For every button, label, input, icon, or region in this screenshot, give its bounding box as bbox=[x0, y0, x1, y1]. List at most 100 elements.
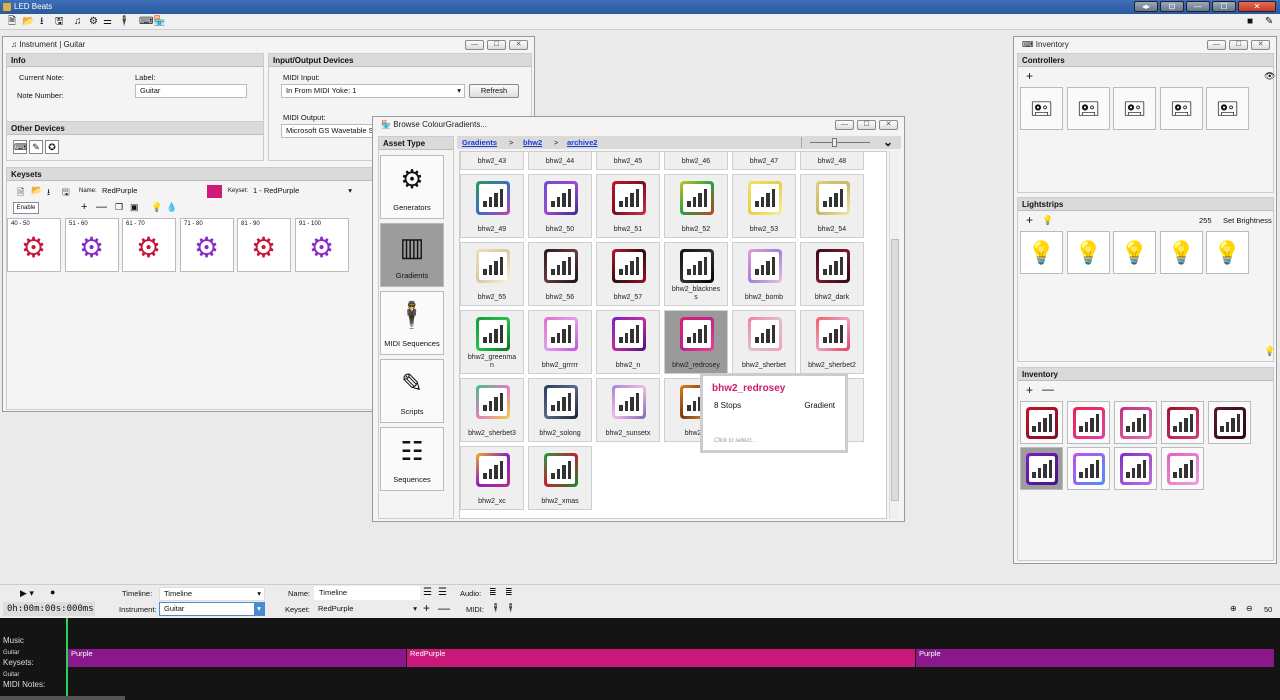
key-range-cell[interactable]: 81 - 90 ⚙ bbox=[237, 218, 291, 272]
set-brightness-button[interactable]: Set Brightness bbox=[1223, 216, 1272, 225]
minimize-icon[interactable]: — bbox=[835, 120, 854, 130]
asset-type-generators[interactable]: ⚙ Generators bbox=[380, 155, 444, 219]
maximize-icon[interactable]: ☐ bbox=[1229, 40, 1248, 50]
maximize-icon[interactable]: ☐ bbox=[487, 40, 506, 50]
inventory-gradient-tile[interactable] bbox=[1114, 401, 1157, 444]
add-icon[interactable]: + bbox=[423, 601, 430, 615]
gradient-tile[interactable]: bhw2_sunsetx bbox=[596, 378, 660, 442]
bulb-icon[interactable]: 💡 bbox=[151, 202, 162, 213]
inventory-gradient-tile[interactable] bbox=[1020, 401, 1063, 444]
remove-item-icon[interactable]: — bbox=[1042, 382, 1054, 396]
align-left-icon[interactable]: ☰ bbox=[423, 587, 432, 598]
inventory-gradient-tile[interactable] bbox=[1067, 401, 1110, 444]
gradient-tile[interactable]: bhw2_solong bbox=[528, 378, 592, 442]
performer-icon[interactable]: 🕴 bbox=[118, 16, 130, 28]
add-icon[interactable]: + bbox=[81, 201, 87, 213]
add-controller-icon[interactable]: + bbox=[1026, 69, 1033, 83]
keyset-select[interactable]: RedPurple ▾ bbox=[313, 602, 421, 616]
copy-icon[interactable]: ❐ bbox=[115, 202, 123, 213]
gradient-tile[interactable]: bhw2_redrosey bbox=[664, 310, 728, 374]
paste-icon[interactable]: ▣ bbox=[130, 202, 139, 213]
gear-icon[interactable]: ⚙ bbox=[89, 16, 98, 28]
asset-type-scripts[interactable]: ✎ Scripts bbox=[380, 359, 444, 423]
inventory-gradient-tile[interactable] bbox=[1161, 447, 1204, 490]
new-keyset-icon[interactable]: 🗎 bbox=[17, 185, 24, 201]
open-folder-icon[interactable]: 📂 bbox=[22, 16, 34, 28]
gradient-tile[interactable]: bhw2_bomb bbox=[732, 242, 796, 306]
timeline-keyset-segment[interactable]: RedPurple bbox=[407, 649, 915, 667]
gradient-tile[interactable]: bhw2_51 bbox=[596, 174, 660, 238]
zoom-slider[interactable] bbox=[801, 137, 873, 148]
gradient-tile[interactable]: bhw2_sherbet2 bbox=[800, 310, 864, 374]
gradient-tile[interactable]: bhw2_52 bbox=[664, 174, 728, 238]
gradient-tile[interactable]: bhw2_50 bbox=[528, 174, 592, 238]
window-maximize-button[interactable]: ☐ bbox=[1212, 1, 1236, 12]
timeline-keyset-segment[interactable]: Purple bbox=[916, 649, 1274, 667]
lightstrip-tile[interactable]: 💡 bbox=[1206, 231, 1249, 274]
gradient-tile[interactable]: bhw2_54 bbox=[800, 174, 864, 238]
gradient-tile[interactable]: bhw2_48 bbox=[800, 152, 864, 170]
enable-toggle[interactable]: Enable bbox=[13, 202, 39, 214]
gradient-tile[interactable]: bhw2_45 bbox=[596, 152, 660, 170]
save-icon[interactable]: 🖫 bbox=[55, 16, 64, 28]
gradient-tile[interactable]: bhw2_53 bbox=[732, 174, 796, 238]
gradient-tile[interactable]: bhw2_47 bbox=[732, 152, 796, 170]
eye-icon[interactable]: 👁 bbox=[1264, 71, 1275, 82]
asset-type-gradients[interactable]: ▥ Gradients bbox=[380, 223, 444, 287]
minimize-icon[interactable]: — bbox=[465, 40, 484, 50]
gradient-tile[interactable]: bhw2_xmas bbox=[528, 446, 592, 510]
gradient-tile[interactable]: bhw2_xc bbox=[460, 446, 524, 510]
grid-scrollbar[interactable] bbox=[889, 151, 899, 519]
label-field[interactable]: Guitar bbox=[135, 84, 247, 98]
midi-performer-icon[interactable]: 🕴 bbox=[490, 603, 501, 614]
gradient-tile[interactable]: bhw2_grrrrr bbox=[528, 310, 592, 374]
remove-icon[interactable]: — bbox=[438, 601, 450, 615]
keyboard-device-icon[interactable]: ⌨ bbox=[13, 140, 27, 154]
key-range-cell[interactable]: 61 - 70 ⚙ bbox=[122, 218, 176, 272]
controller-tile[interactable]: 🖭 bbox=[1160, 87, 1203, 130]
audio-waveform-icon[interactable]: ≣ bbox=[489, 587, 497, 598]
inventory-gradient-tile[interactable] bbox=[1161, 401, 1204, 444]
sliders-icon[interactable]: ⚌ bbox=[103, 16, 112, 28]
remove-icon[interactable]: — bbox=[96, 201, 107, 213]
close-icon[interactable]: ✕ bbox=[1251, 40, 1270, 50]
audio-settings-icon[interactable]: ≣ bbox=[505, 587, 513, 598]
gradient-tile[interactable]: bhw2_57 bbox=[596, 242, 660, 306]
controller-tile[interactable]: 🖭 bbox=[1206, 87, 1249, 130]
gradient-tile[interactable]: bhw2_sherbet3 bbox=[460, 378, 524, 442]
save-keyset-icon[interactable]: 🖫 bbox=[62, 185, 70, 201]
close-icon[interactable]: ✕ bbox=[509, 40, 528, 50]
controller-tile[interactable]: 🖭 bbox=[1020, 87, 1063, 130]
key-range-cell[interactable]: 71 - 80 ⚙ bbox=[180, 218, 234, 272]
drop-icon[interactable]: 💧 bbox=[166, 202, 177, 213]
window-extra-button[interactable]: ◂▸ bbox=[1134, 1, 1158, 12]
midi-performer-alt-icon[interactable]: 🕴 bbox=[505, 603, 516, 614]
add-lightstrip-icon[interactable]: + bbox=[1026, 213, 1033, 227]
store-icon[interactable]: 🏪 bbox=[153, 16, 165, 28]
lightstrip-tile[interactable]: 💡 bbox=[1113, 231, 1156, 274]
play-icon[interactable]: ▶ ▾ bbox=[20, 588, 34, 599]
maximize-icon[interactable]: ☐ bbox=[857, 120, 876, 130]
key-range-cell[interactable]: 51 - 60 ⚙ bbox=[65, 218, 119, 272]
stop-icon[interactable]: ■ bbox=[1247, 16, 1253, 28]
align-right-icon[interactable]: ☰ bbox=[438, 587, 447, 598]
music-note-icon[interactable]: ♫ bbox=[74, 16, 82, 28]
keyset-name-field[interactable]: RedPurple bbox=[102, 186, 137, 195]
timeline-name-field[interactable]: Timeline bbox=[314, 586, 420, 600]
controller-icon[interactable]: ⌨ bbox=[139, 16, 153, 28]
keyset-select[interactable]: 1 - RedPurple ▾ bbox=[248, 184, 356, 198]
lightstrip-tile[interactable]: 💡 bbox=[1067, 231, 1110, 274]
gradient-tile[interactable]: bhw2_blacknes s bbox=[664, 242, 728, 306]
add-item-icon[interactable]: + bbox=[1026, 383, 1033, 397]
zoom-in-icon[interactable]: ⊕ bbox=[1230, 604, 1237, 613]
lightstrip-tile[interactable]: 💡 bbox=[1020, 231, 1063, 274]
import-keyset-icon[interactable]: ⭳ bbox=[47, 185, 50, 201]
breadcrumb-bhw2[interactable]: bhw2 bbox=[523, 138, 542, 147]
inventory-gradient-tile[interactable] bbox=[1114, 447, 1157, 490]
key-range-cell[interactable]: 91 - 100 ⚙ bbox=[295, 218, 349, 272]
open-keyset-icon[interactable]: 📂 bbox=[31, 185, 42, 196]
scrollbar-thumb[interactable] bbox=[891, 239, 899, 501]
collapse-chevron-icon[interactable]: ⌄ bbox=[883, 135, 893, 149]
lightstrip-tile[interactable]: 💡 bbox=[1160, 231, 1203, 274]
gradient-tile[interactable]: bhw2_greenma n bbox=[460, 310, 524, 374]
